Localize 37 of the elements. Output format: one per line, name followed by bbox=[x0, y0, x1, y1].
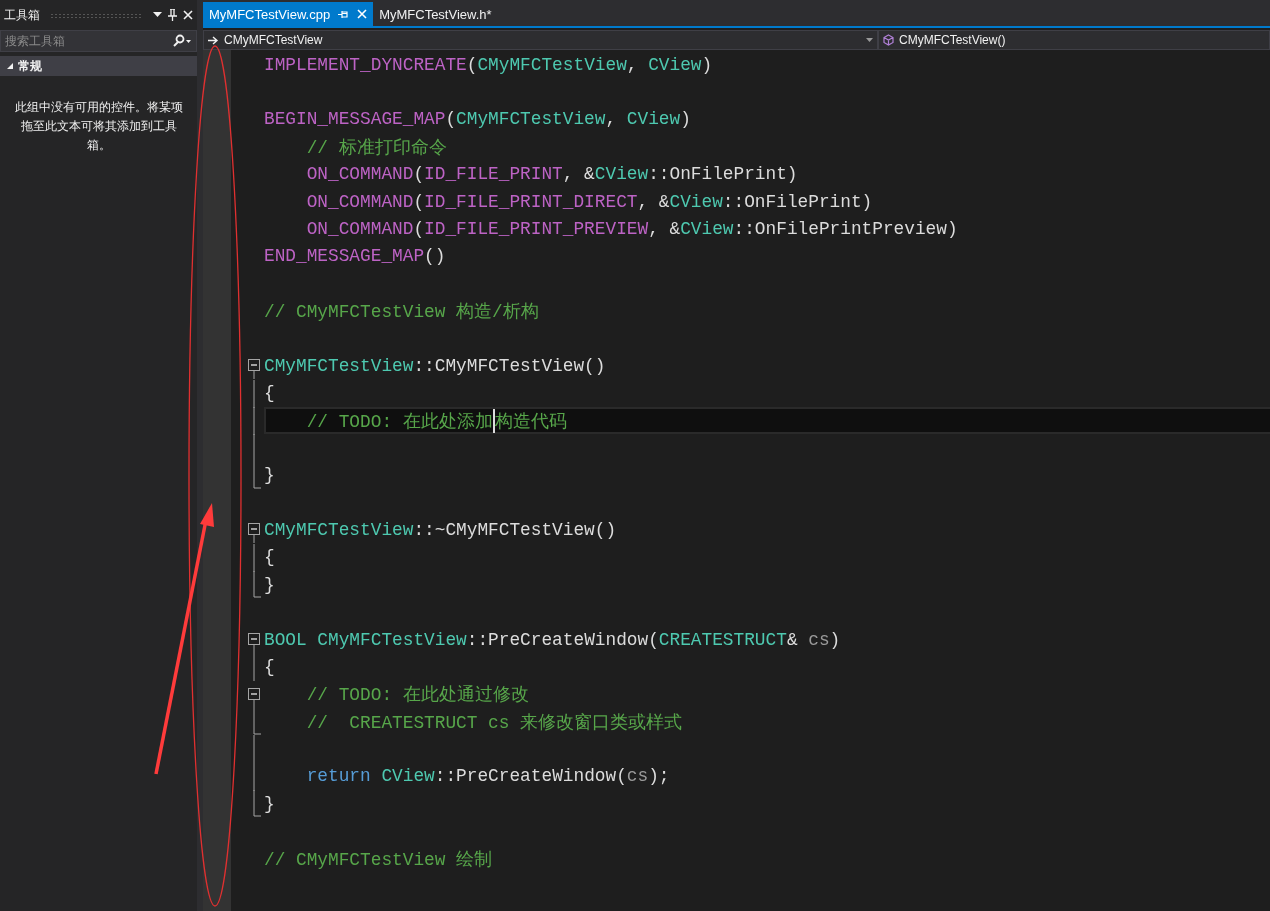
close-icon[interactable] bbox=[183, 10, 193, 20]
code-line: } bbox=[264, 573, 275, 597]
code-line: return CView::PreCreateWindow(cs); bbox=[305, 765, 670, 789]
member-dropdown[interactable]: CMyMFCTestView() bbox=[878, 30, 1270, 50]
code-line: // CREATESTRUCT cs 来修改窗口类或样式 bbox=[305, 711, 683, 735]
code-line: BEGIN_MESSAGE_MAP(CMyMFCTestView, CView) bbox=[264, 108, 691, 132]
empty-group-message: 此组中没有可用的控件。将某项拖至此文本可将其添加到工具箱。 bbox=[13, 99, 184, 154]
code-line: { bbox=[264, 382, 275, 406]
code-line: ON_COMMAND(ID_FILE_PRINT, &CView::OnFilePrint) bbox=[305, 163, 798, 187]
code-line: { bbox=[264, 655, 275, 679]
pin-icon[interactable] bbox=[168, 9, 177, 21]
search-box[interactable]: 搜索工具箱 bbox=[0, 30, 197, 52]
code-line: // CMyMFCTestView 构造/析构 bbox=[264, 301, 539, 325]
code-line: // TODO: 在此处添加 构造代码 bbox=[264, 406, 567, 435]
code-line: IMPLEMENT_DYNCREATE(CMyMFCTestView, CView) bbox=[264, 53, 713, 77]
group-header[interactable]: 常规 bbox=[0, 56, 197, 76]
panel-title: 工具箱 bbox=[4, 6, 40, 24]
code-line: // TODO: 在此处通过修改 bbox=[305, 684, 529, 708]
cube-icon bbox=[883, 34, 894, 46]
code-line: // 标准打印命令 bbox=[305, 136, 447, 160]
scope-dropdown[interactable]: CMyMFCTestView bbox=[203, 30, 878, 50]
code-line: CMyMFCTestView::CMyMFCTestView() bbox=[264, 354, 606, 378]
code-line: // CMyMFCTestView 绘制 bbox=[264, 848, 493, 872]
code-line: ON_COMMAND(ID_FILE_PRINT_PREVIEW, &CView::OnFilePrintPreview) bbox=[305, 217, 958, 241]
code-line: } bbox=[264, 464, 275, 488]
code-line: ON_COMMAND(ID_FILE_PRINT_DIRECT, &CView::OnFilePrint) bbox=[305, 190, 873, 214]
code-line: BOOL CMyMFCTestView::PreCreateWindow(CREATESTRUCT& cs) bbox=[264, 628, 841, 652]
file-tab[interactable]: MyMFCTestView.h* bbox=[373, 2, 498, 26]
code-line: } bbox=[264, 792, 275, 816]
caret-icon[interactable] bbox=[866, 38, 873, 42]
arrow-right-icon bbox=[208, 35, 219, 45]
dropdown-icon[interactable] bbox=[153, 12, 162, 18]
search-field[interactable]: 搜索工具箱 bbox=[1, 34, 170, 48]
code-line: CMyMFCTestView::~CMyMFCTestView() bbox=[264, 519, 617, 543]
expanded-arrow-icon bbox=[6, 62, 14, 70]
code-line: { bbox=[264, 546, 275, 570]
code-line: END_MESSAGE_MAP() bbox=[264, 245, 446, 269]
